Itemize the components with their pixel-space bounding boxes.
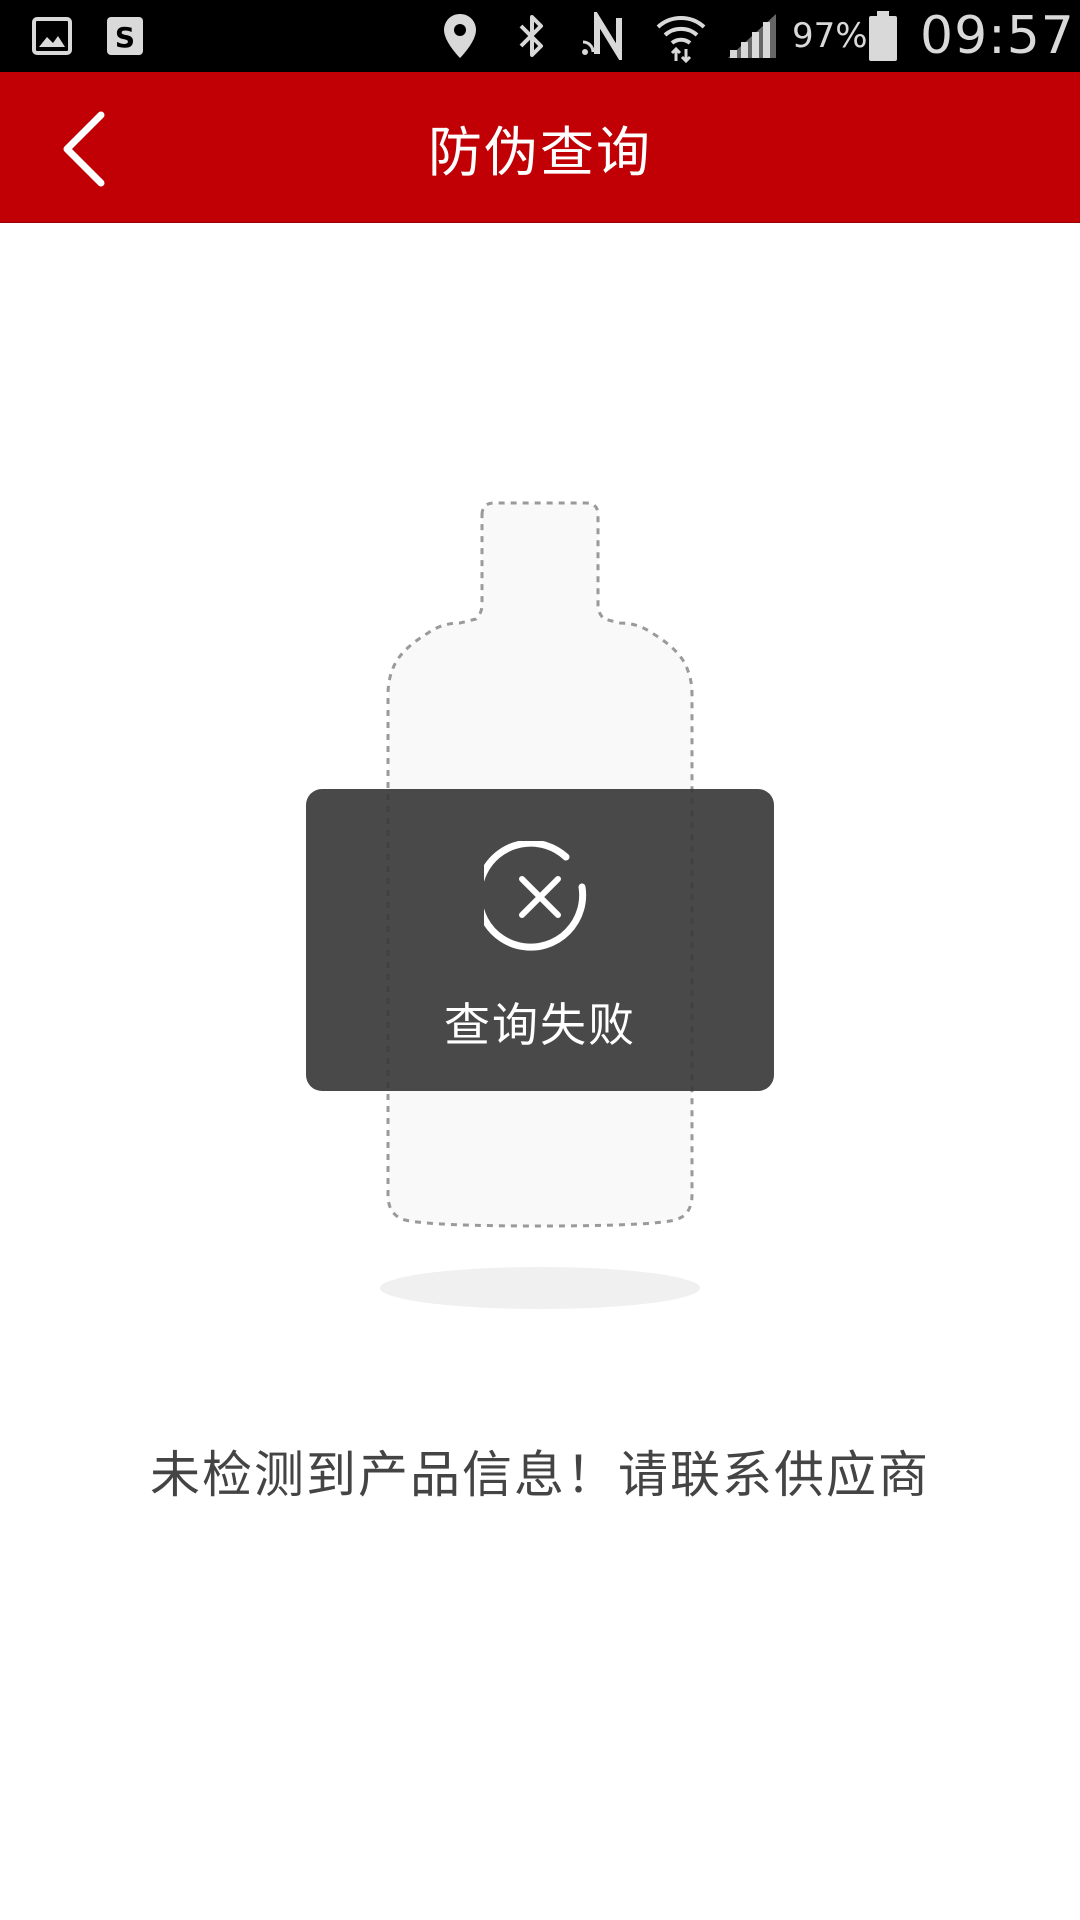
- close-circle-icon: [484, 841, 587, 951]
- app-bar: 防伪查询: [0, 72, 1080, 223]
- bottle-shadow: [380, 1267, 700, 1309]
- nfc-icon: [578, 0, 628, 72]
- wifi-icon: [653, 0, 709, 72]
- battery-icon: [866, 0, 900, 72]
- clock: 09:57: [920, 6, 1075, 66]
- error-toast: 查询失败: [306, 789, 774, 1091]
- signal-icon: [725, 0, 779, 72]
- gallery-icon: [30, 0, 74, 72]
- battery-percent: 97%: [792, 16, 868, 56]
- page-title: 防伪查询: [428, 120, 652, 184]
- s-app-icon: S: [103, 0, 147, 72]
- no-product-message: 未检测到产品信息！请联系供应商: [150, 1446, 930, 1504]
- bluetooth-icon: [512, 0, 552, 72]
- svg-text:S: S: [115, 21, 135, 54]
- status-bar: S 97% 09:57: [0, 0, 1080, 72]
- location-icon: [440, 0, 480, 72]
- toast-message: 查询失败: [444, 998, 636, 1052]
